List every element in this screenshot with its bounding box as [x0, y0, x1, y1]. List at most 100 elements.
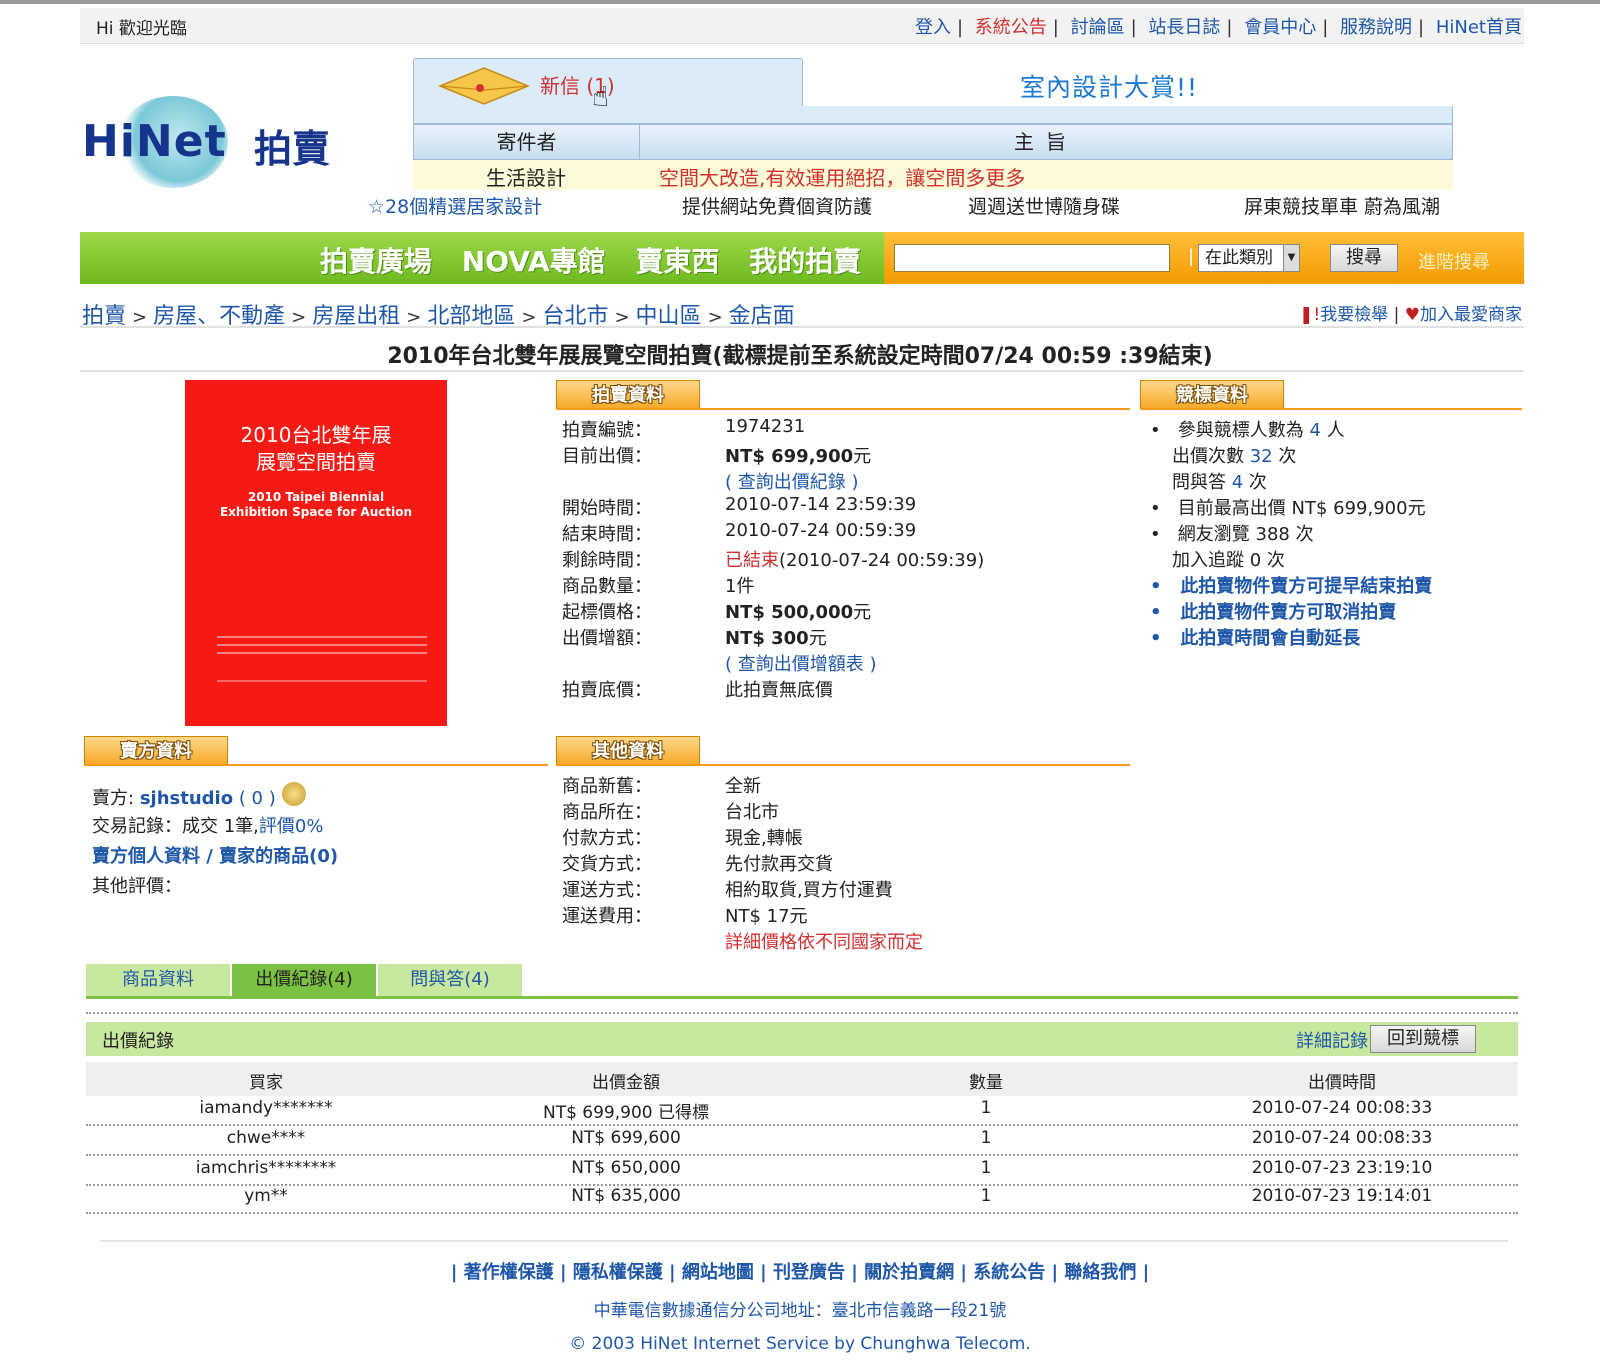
tab-bid-history[interactable]: 出價紀錄(4) — [232, 964, 376, 996]
table-row-amount: NT$ 699,900 已得標 — [542, 1103, 710, 1123]
field-label: 運送方式： — [562, 880, 652, 901]
opening-price: NT$ 500,000 — [725, 602, 854, 623]
footer-copyright-link[interactable]: 著作權保護 — [464, 1262, 554, 1283]
sender-column: 寄件者 — [414, 125, 640, 159]
nav-sell[interactable]: 賣東西 — [635, 245, 719, 278]
favorite-link[interactable]: 加入最愛商家 — [1420, 305, 1522, 325]
auction-info-header: 拍賣資料 — [556, 380, 1130, 410]
table-row-amount: NT$ 635,000 — [571, 1186, 681, 1206]
table-row-quantity: 1 — [980, 1158, 992, 1178]
back-to-bidding-button[interactable]: 回到競標 — [1370, 1025, 1476, 1053]
bid-history-bar: 出價紀錄 詳細記錄 回到競標 — [86, 1022, 1518, 1056]
note-early-end[interactable]: 此拍賣物件賣方可提早結束拍賣 — [1180, 576, 1432, 597]
nav-my-auction[interactable]: 我的拍賣 — [749, 245, 861, 278]
increment-table-link[interactable]: ( 查詢出價增額表 ) — [725, 650, 877, 676]
seller-line: 賣方: sjhstudio ( 0 ) — [92, 782, 306, 810]
footer-copyright: © 2003 HiNet Internet Service by Chunghw… — [569, 1334, 1031, 1354]
category-select-value: 在此類別 — [1205, 248, 1273, 268]
field-label: 商品所在： — [562, 802, 652, 823]
seller-score[interactable]: ( 0 ) — [239, 788, 276, 809]
medal-icon — [281, 782, 306, 806]
promo-link[interactable]: 室內設計大賞!! — [1020, 68, 1198, 104]
field-label: 開始時間： — [562, 498, 652, 519]
search-input[interactable] — [894, 244, 1170, 272]
current-price: NT$ 699,900 — [725, 446, 854, 467]
remaining-time: (2010-07-24 00:59:39) — [779, 550, 985, 571]
fee-note: 詳細價格依不同國家而定 — [725, 932, 923, 953]
cancel-note: • 此拍賣物件賣方可取消拍賣 — [1150, 602, 1397, 623]
footer-about-link[interactable]: 關於拍賣網 — [864, 1262, 954, 1283]
table-row-buyer: iamandy******* — [199, 1098, 333, 1118]
mail-sender: 生活設計 — [486, 166, 566, 190]
auto-extend-note: • 此拍賣時間會自動延長 — [1150, 628, 1361, 649]
image-en-line-2: Exhibition Space for Auction — [219, 505, 412, 519]
bids-count: 32 — [1249, 446, 1273, 467]
other-info-title: 其他資料 — [556, 736, 700, 766]
table-row-time: 2010-07-24 00:08:33 — [1251, 1098, 1433, 1118]
bids-row: 出價次數 32 次 — [1172, 442, 1296, 468]
seller-name-link[interactable]: sjhstudio — [140, 788, 233, 809]
row-divider — [86, 1124, 1518, 1126]
quantity: 1件 — [725, 576, 755, 597]
footer-links: | 著作權保護 | 隱私權保護 | 網站地圖 | 刊登廣告 | 關於拍賣網 | … — [450, 1262, 1150, 1283]
col-amount: 出價金額 — [592, 1073, 660, 1093]
image-en-line-1: 2010 Taipei Biennial — [247, 490, 385, 504]
col-buyer: 買家 — [249, 1073, 283, 1093]
table-row-amount: NT$ 699,600 — [571, 1128, 681, 1148]
hot-link-2[interactable]: 提供網站免費個資防護 — [682, 192, 872, 219]
table-row-amount: NT$ 650,000 — [571, 1158, 681, 1178]
footer-announcement-link[interactable]: 系統公告 — [973, 1262, 1045, 1283]
mail-subject[interactable]: 空間大改造,有效運用絕招，讓空間多更多 — [659, 162, 1025, 191]
webmaster-log-link[interactable]: 站長日誌 — [1148, 17, 1220, 38]
item-actions: ❚!我要檢舉 | ♥加入最愛商家 — [1299, 305, 1522, 325]
search-button[interactable]: 搜尋 — [1330, 244, 1398, 272]
note-cancel[interactable]: 此拍賣物件賣方可取消拍賣 — [1180, 602, 1396, 623]
footer-privacy-link[interactable]: 隱私權保護 — [573, 1262, 663, 1283]
footer-contact-link[interactable]: 聯絡我們 — [1064, 1262, 1136, 1283]
hinet-home-link[interactable]: HiNet首頁 — [1436, 17, 1522, 38]
field-label: 出價增額： — [562, 628, 652, 649]
bid-history-link[interactable]: ( 查詢出價紀錄 ) — [725, 468, 859, 494]
nav-auction-plaza[interactable]: 拍賣廣場 — [320, 245, 432, 278]
table-row-buyer: chwe**** — [226, 1128, 306, 1148]
table-row-buyer: iamchris******** — [195, 1158, 337, 1178]
footer-sitemap-link[interactable]: 網站地圖 — [682, 1262, 754, 1283]
product-image[interactable]: 2010台北雙年展 展覽空間拍賣 2010 Taipei Biennial Exhi… — [185, 380, 447, 726]
rating-link[interactable]: 評價0% — [259, 816, 324, 837]
footer-ads-link[interactable]: 刊登廣告 — [773, 1262, 845, 1283]
seller-info-title: 賣方資料 — [84, 736, 228, 766]
subject-column: 主旨 — [1014, 130, 1078, 154]
hot-link-3[interactable]: 週週送世博隨身碟 — [968, 192, 1120, 219]
hot-link-4[interactable]: 屏東競技單車 蔚為風潮 — [1244, 192, 1440, 219]
qa-unit: 次 — [1248, 472, 1267, 493]
nav-nova[interactable]: NOVA專館 — [462, 245, 606, 278]
help-link[interactable]: 服務說明 — [1340, 17, 1412, 38]
row-divider — [86, 1212, 1518, 1214]
trade-record: 交易記錄：成交 1筆,評價0% — [92, 812, 323, 838]
mail-row[interactable]: 生活設計 空間大改造,有效運用絕招，讓空間多更多 — [413, 160, 1453, 190]
member-center-link[interactable]: 會員中心 — [1244, 17, 1316, 38]
ended-status: 已結束 — [725, 550, 779, 571]
site-logo[interactable]: HiNet 拍賣 — [82, 96, 344, 188]
hot-link-1[interactable]: ☆28個精選居家設計 — [368, 192, 542, 219]
nav-items: 拍賣廣場 NOVA專館 賣東西 我的拍賣 — [320, 240, 881, 280]
image-en-title: 2010 Taipei Biennial Exhibition Space for… — [185, 490, 447, 520]
envelope-icon — [438, 67, 530, 105]
location: 台北市 — [725, 802, 779, 823]
bids-unit: 次 — [1278, 446, 1297, 467]
table-row-quantity: 1 — [980, 1098, 992, 1118]
start-time: 2010-07-14 23:59:39 — [725, 494, 917, 515]
announcement-link[interactable]: 系統公告 — [975, 17, 1047, 38]
seller-label: 賣方: — [92, 788, 135, 809]
advanced-search-link[interactable]: 進階搜尋 — [1418, 248, 1490, 274]
login-link[interactable]: 登入 — [915, 17, 951, 38]
category-select[interactable]: 在此類別 ▼ — [1198, 244, 1300, 272]
detail-record-link[interactable]: 詳細記錄 — [1296, 1027, 1368, 1053]
report-link[interactable]: 我要檢舉 — [1320, 305, 1388, 325]
tab-item-info[interactable]: 商品資料 — [86, 964, 230, 996]
seller-profile-link[interactable]: 賣方個人資料 / 賣家的商品(0) — [92, 842, 338, 868]
field-label: 商品新舊： — [562, 776, 652, 797]
forum-link[interactable]: 討論區 — [1071, 17, 1125, 38]
note-auto-extend[interactable]: 此拍賣時間會自動延長 — [1180, 628, 1360, 649]
tab-qa[interactable]: 問與答(4) — [378, 964, 522, 996]
